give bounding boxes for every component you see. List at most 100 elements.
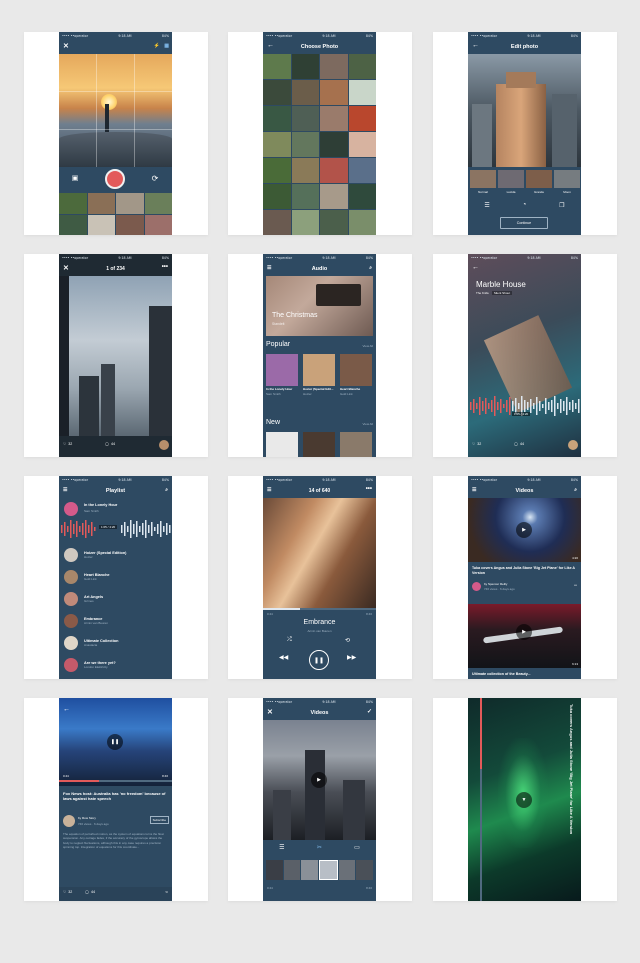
photo-thumb[interactable] xyxy=(263,184,291,209)
article-author[interactable]: by Row Story xyxy=(78,816,96,820)
search-icon[interactable]: ⌕ xyxy=(574,487,577,493)
album-thumb[interactable] xyxy=(266,432,298,457)
comments-group[interactable]: ◯ 44 xyxy=(85,890,95,894)
play-icon[interactable]: ▶ xyxy=(516,624,532,640)
photo-thumb[interactable] xyxy=(320,132,348,157)
photo-thumb[interactable] xyxy=(263,210,291,235)
view-all-link[interactable]: View All xyxy=(363,422,373,426)
camera-viewfinder[interactable] xyxy=(59,54,172,167)
close-icon[interactable]: ✕ xyxy=(63,264,69,272)
audio-hero[interactable]: The Christmas Standelt xyxy=(266,276,373,336)
menu-icon[interactable]: ☰ xyxy=(472,487,476,493)
video-author[interactable]: by Spencer Reilly xyxy=(484,582,507,586)
more-icon[interactable]: ••• xyxy=(574,583,577,587)
shutter-button[interactable] xyxy=(105,169,125,189)
photo-thumb[interactable] xyxy=(291,132,319,157)
photo-thumb[interactable] xyxy=(291,54,319,79)
photo-thumb[interactable] xyxy=(291,106,319,131)
photo-thumb[interactable] xyxy=(291,210,319,235)
adjust-icon[interactable]: ☰ xyxy=(484,202,489,209)
continue-button[interactable]: Continue xyxy=(500,217,548,229)
video-progress[interactable] xyxy=(59,780,172,782)
likes-group[interactable]: ♡ 32 xyxy=(63,442,72,446)
check-icon[interactable]: ✓ xyxy=(367,708,372,715)
photo-thumb[interactable] xyxy=(263,80,291,105)
shuffle-icon[interactable]: ⤮ xyxy=(287,637,292,644)
progress-track[interactable] xyxy=(263,608,376,610)
photo-thumb[interactable] xyxy=(263,132,291,157)
filter-normal[interactable]: Normal xyxy=(470,170,496,194)
rewind-icon[interactable]: ◀◀ xyxy=(279,654,288,661)
play-icon[interactable]: ▼ xyxy=(516,792,532,808)
waveform[interactable] xyxy=(59,519,172,539)
pause-icon[interactable]: ❚❚ xyxy=(107,734,123,750)
photo-thumb[interactable] xyxy=(263,158,291,183)
subscribe-button[interactable]: Subscribe xyxy=(149,816,169,824)
repeat-icon[interactable]: ⟲ xyxy=(345,637,350,644)
author-avatar[interactable] xyxy=(472,582,481,591)
filter-moon[interactable]: Moon xyxy=(554,170,580,194)
photo-thumb[interactable] xyxy=(320,210,348,235)
view-all-link[interactable]: View All xyxy=(363,344,373,348)
thumb[interactable] xyxy=(144,214,172,235)
photo-thumb[interactable] xyxy=(291,184,319,209)
photo-thumb[interactable] xyxy=(263,106,291,131)
list-item[interactable]: Ultimate Collection Anastacia xyxy=(59,632,172,654)
photo-thumb[interactable] xyxy=(348,210,376,235)
fast-forward-icon[interactable]: ▶▶ xyxy=(347,654,356,661)
switch-camera-icon[interactable]: ⟳ xyxy=(149,172,161,184)
pause-button[interactable]: ❚❚ xyxy=(309,650,329,670)
comments-group[interactable]: ◯ 44 xyxy=(514,442,524,446)
list-item[interactable]: Hoizer (Special Edition) Hoizer xyxy=(59,544,172,566)
thumb[interactable] xyxy=(116,193,144,214)
album-card[interactable]: Heart Blanche Gold Link xyxy=(340,354,372,396)
photo-thumb[interactable] xyxy=(291,158,319,183)
back-arrow-icon[interactable]: ← xyxy=(267,42,274,49)
album-card[interactable]: In the Lonely Hour Sam Smith xyxy=(266,354,298,396)
video-progress[interactable] xyxy=(480,698,482,901)
avatar[interactable] xyxy=(159,440,169,450)
avatar[interactable] xyxy=(568,440,578,450)
album-card[interactable]: Hozier (Special Edit... Hozier xyxy=(303,354,335,396)
more-icon[interactable]: ••• xyxy=(162,264,168,270)
photo-thumb[interactable] xyxy=(320,54,348,79)
photo-thumb[interactable] xyxy=(348,158,376,183)
filter-grande[interactable]: Grande xyxy=(526,170,552,194)
play-icon[interactable]: ▶ xyxy=(516,522,532,538)
share-icon[interactable]: ⋖ xyxy=(165,890,168,894)
author-avatar[interactable] xyxy=(63,815,75,827)
video-title[interactable]: Tuka covers Angus and Julia Stone 'Big J… xyxy=(472,566,576,575)
photo-thumb[interactable] xyxy=(348,184,376,209)
drop-icon[interactable]: ◔ xyxy=(523,202,527,209)
likes-group[interactable]: ♡ 32 xyxy=(63,890,72,894)
likes-group[interactable]: ♡ 32 xyxy=(472,442,481,446)
video-thumbnail[interactable]: ▶ 6:13 xyxy=(468,604,581,668)
grid-icon[interactable]: ▦ xyxy=(164,43,169,49)
close-icon[interactable]: ✕ xyxy=(63,42,69,50)
search-icon[interactable]: ⌕ xyxy=(369,265,372,271)
photo-thumb[interactable] xyxy=(320,184,348,209)
filter-lucida[interactable]: Lucida xyxy=(498,170,524,194)
menu-icon[interactable]: ☰ xyxy=(267,487,271,493)
thumb[interactable] xyxy=(59,214,87,235)
menu-icon[interactable]: ☰ xyxy=(63,487,67,493)
thumb[interactable] xyxy=(144,193,172,214)
photo-thumb[interactable] xyxy=(348,54,376,79)
photo-thumb[interactable] xyxy=(348,132,376,157)
play-icon[interactable]: ▶ xyxy=(311,772,327,788)
video-thumbnail[interactable]: ▶ 4:20 xyxy=(468,498,581,562)
list-item[interactable]: Heart Blanche Gold Link xyxy=(59,566,172,588)
list-item[interactable]: Are we there yet? London Elektricity xyxy=(59,654,172,676)
menu-icon[interactable]: ☰ xyxy=(267,265,271,271)
article-video[interactable]: ← ❚❚ 0:44 8:46 xyxy=(59,698,172,786)
thumb[interactable] xyxy=(87,193,115,214)
album-thumb[interactable] xyxy=(303,432,335,457)
back-arrow-icon[interactable]: ← xyxy=(63,706,70,713)
list-item[interactable]: Embrance Armin van Buuren xyxy=(59,610,172,632)
video-preview[interactable]: ▶ xyxy=(263,720,376,840)
photo-thumb[interactable] xyxy=(291,80,319,105)
close-icon[interactable]: ✕ xyxy=(267,708,273,716)
thumb[interactable] xyxy=(87,214,115,235)
video-title[interactable]: Ultimate collection of the Beauty... xyxy=(472,672,576,676)
photo-thumb[interactable] xyxy=(348,106,376,131)
